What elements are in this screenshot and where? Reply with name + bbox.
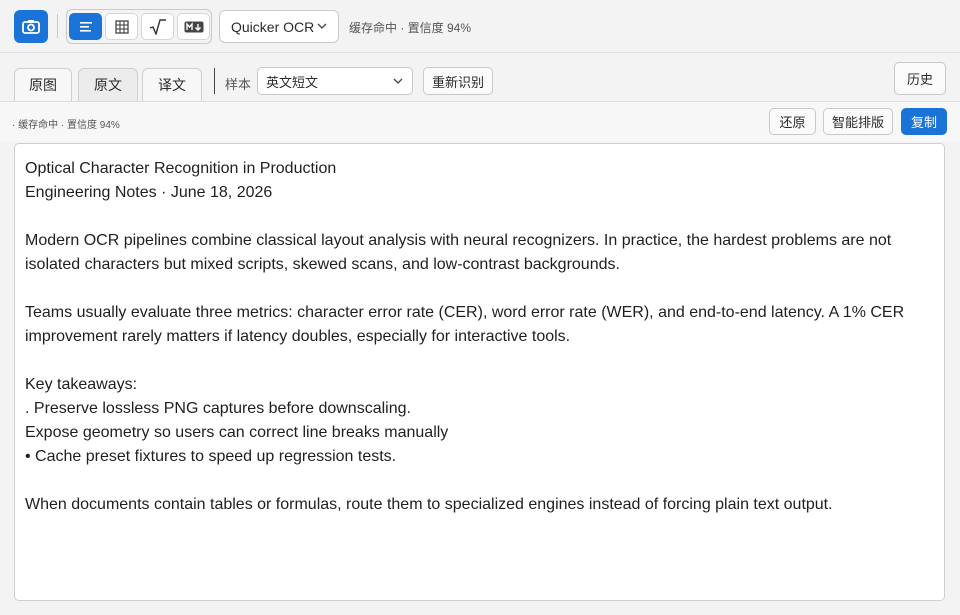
text-line: When documents contain tables or formula… [25, 496, 833, 513]
history-button[interactable]: 历史 [894, 62, 946, 95]
text-line [25, 205, 934, 229]
tab-original-image[interactable]: 原图 [14, 68, 72, 101]
sample-label: 样本 [225, 77, 252, 92]
text-line: Modern OCR pipelines combine classical l… [25, 232, 892, 249]
align-left-icon [79, 21, 92, 32]
editor-cache-status: · 缓存命中 · 置信度 94% [12, 120, 120, 131]
toolbar-divider [57, 14, 58, 38]
cache-status: 缓存命中 · 置信度 94% [349, 21, 472, 35]
text-line: Teams usually evaluate three metrics: ch… [25, 304, 905, 321]
chevron-down-icon [317, 23, 327, 29]
tab-label: 译文 [158, 77, 186, 93]
ocr-engine-value: Quicker OCR [231, 18, 315, 35]
table-grid-icon [114, 19, 129, 34]
tab-source-text[interactable]: 原文 [78, 68, 138, 101]
ocr-text-editor[interactable]: Optical Character Recognition in Product… [14, 143, 945, 601]
text-line: • Cache preset fixtures to speed up regr… [25, 448, 397, 465]
tab-label: 原图 [29, 77, 57, 93]
text-line: Expose geometry so users can correct lin… [25, 424, 449, 441]
mode-switcher [66, 9, 212, 44]
rerecognize-button[interactable]: 重新识别 [423, 67, 493, 95]
chevron-down-icon [393, 78, 403, 84]
top-toolbar: Quicker OCR 缓存命中 · 置信度 94% [0, 0, 960, 53]
text-line: improvement rarely matters if latency do… [25, 328, 571, 345]
markdown-mode-button[interactable] [177, 13, 210, 40]
smart-layout-button[interactable]: 智能排版 [823, 108, 893, 135]
tabs-divider [214, 68, 215, 94]
text-line [25, 469, 934, 493]
copy-button[interactable]: 复制 [901, 108, 947, 135]
tab-translation[interactable]: 译文 [142, 68, 202, 101]
text-line: Optical Character Recognition in Product… [25, 160, 337, 177]
text-line: Engineering Notes · June 18, 2026 [25, 184, 273, 201]
text-line: . Preserve lossless PNG captures before … [25, 400, 411, 417]
text-line: isolated characters but mixed scripts, s… [25, 256, 620, 273]
sample-value: 英文短文 [266, 74, 319, 90]
ocr-engine-select[interactable]: Quicker OCR [219, 10, 339, 43]
restore-button[interactable]: 还原 [769, 108, 816, 135]
camera-icon [22, 20, 40, 34]
sample-select[interactable]: 英文短文 [257, 67, 413, 95]
text-line [25, 349, 934, 373]
editor-action-bar: · 缓存命中 · 置信度 94% 还原 智能排版 复制 [0, 102, 960, 142]
sqrt-icon [149, 18, 166, 35]
view-tabs-row: 原图 原文 译文 样本 英文短文 重新识别 历史 [0, 53, 960, 102]
table-mode-button[interactable] [105, 13, 138, 40]
tab-label: 原文 [94, 77, 122, 93]
capture-button[interactable] [14, 10, 48, 43]
markdown-icon [184, 21, 203, 32]
formula-mode-button[interactable] [141, 13, 174, 40]
text-mode-button[interactable] [69, 13, 102, 40]
text-line: Key takeaways: [25, 376, 138, 393]
text-line [25, 277, 934, 301]
